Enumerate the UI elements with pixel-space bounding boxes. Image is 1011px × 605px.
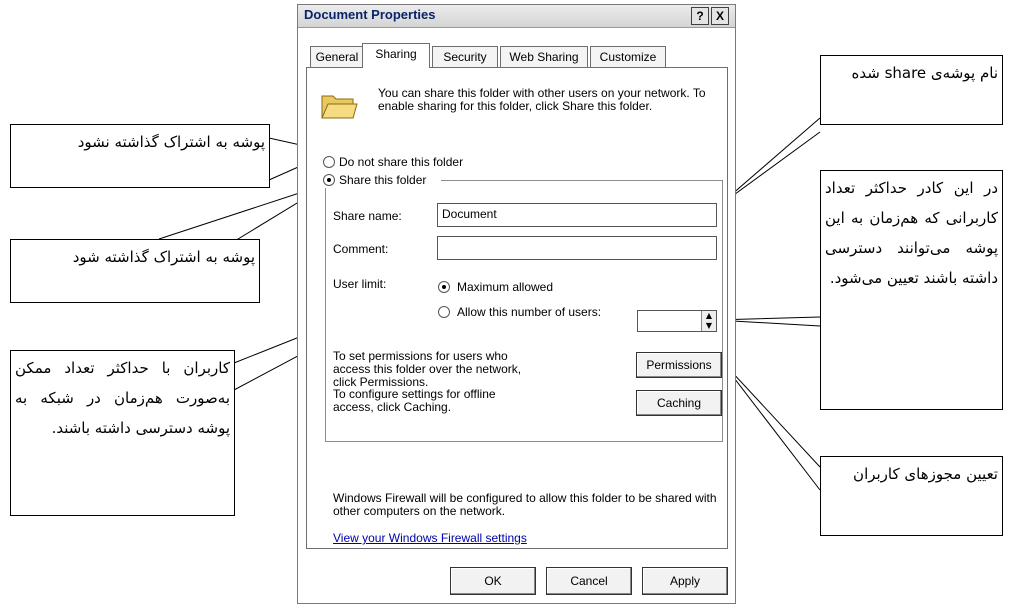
callout-max-users: کاربران با حداکثر تعداد ممکن به‌صورت هم‌…: [10, 350, 235, 516]
do-not-share-label: Do not share this folder: [339, 155, 464, 169]
document-properties-dialog: Document Properties ? X General Sharing …: [297, 4, 736, 604]
share-folder-label: Share this folder: [339, 173, 427, 187]
do-not-share-radio[interactable]: [323, 156, 335, 168]
permissions-button[interactable]: Permissions: [636, 352, 722, 378]
share-name-label: Share name:: [333, 209, 402, 223]
allow-number-radio[interactable]: [438, 306, 450, 318]
callout-permissions: تعیین مجوزهای کاربران: [820, 456, 1003, 536]
dialog-title: Document Properties: [304, 7, 436, 22]
callout-user-count: در این کادر حداکثر تعداد کاربرانی که هم‌…: [820, 170, 1003, 410]
folder-icon: [321, 95, 358, 119]
share-name-input[interactable]: Document: [437, 203, 717, 227]
cancel-button[interactable]: Cancel: [546, 567, 632, 595]
tab-web-sharing[interactable]: Web Sharing: [500, 46, 588, 67]
caching-button[interactable]: Caching: [636, 390, 722, 416]
maximum-allowed-label: Maximum allowed: [457, 280, 554, 294]
callout-shared: پوشه به اشتراک گذاشته شود: [10, 239, 260, 303]
close-button[interactable]: X: [711, 7, 729, 25]
maximum-allowed-radio[interactable]: [438, 281, 450, 293]
intro-text: You can share this folder with other use…: [378, 86, 706, 113]
firewall-text: Windows Firewall will be configured to a…: [333, 491, 717, 518]
apply-button[interactable]: Apply: [642, 567, 728, 595]
tab-sharing[interactable]: Sharing: [362, 43, 430, 68]
callout-share-name: نام پوشه‌ی share شده: [820, 55, 1003, 125]
title-bar: Document Properties ? X: [298, 5, 735, 28]
share-group-header: Share this folder: [321, 172, 441, 188]
caching-text: To configure settings for offline access…: [333, 387, 496, 414]
permissions-text: To set permissions for users who access …: [333, 349, 522, 389]
sharing-panel: You can share this folder with other use…: [306, 67, 728, 549]
allow-number-label: Allow this number of users:: [457, 305, 602, 319]
tab-security[interactable]: Security: [432, 46, 498, 67]
firewall-settings-link[interactable]: View your Windows Firewall settings: [333, 531, 527, 545]
comment-label: Comment:: [333, 242, 389, 256]
ok-button[interactable]: OK: [450, 567, 536, 595]
user-limit-label: User limit:: [333, 277, 387, 291]
callout-not-shared: پوشه به اشتراک گذاشته نشود: [10, 124, 270, 188]
comment-input[interactable]: [437, 236, 717, 260]
spinner-arrows-icon[interactable]: ▲ ▼: [701, 311, 716, 331]
tab-general[interactable]: General: [310, 46, 364, 67]
tab-customize[interactable]: Customize: [590, 46, 666, 67]
user-count-spinner[interactable]: ▲ ▼: [637, 310, 717, 332]
share-folder-radio[interactable]: [323, 174, 335, 186]
help-button[interactable]: ?: [691, 7, 709, 25]
